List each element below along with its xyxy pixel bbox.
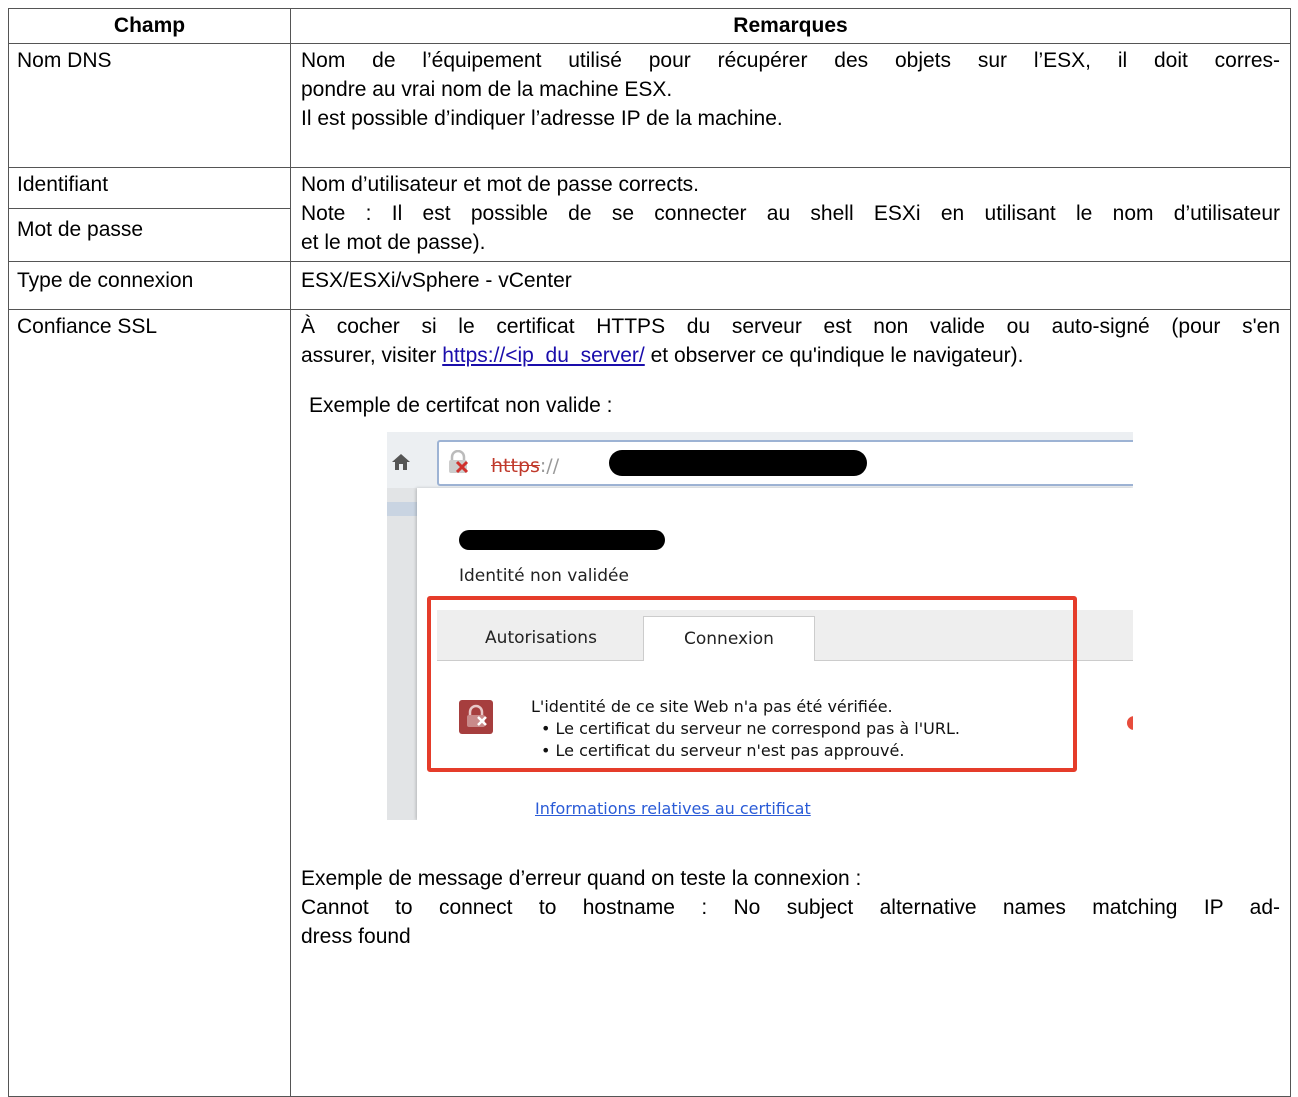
identity-status: Identité non validée xyxy=(459,566,629,586)
table-row: Identifiant Nom d’utilisateur et mot de … xyxy=(8,166,1291,262)
field-name: Nom DNS xyxy=(8,43,291,168)
redacted-url xyxy=(609,450,867,476)
browser-screenshot: https:// Identité non validée Autorisati… xyxy=(387,432,1133,820)
error-message-line: dress found xyxy=(301,925,411,948)
page-left-strip xyxy=(387,488,417,820)
status-dot xyxy=(1127,716,1133,730)
error-message-line: Cannot to connect to hostname : No subje… xyxy=(301,896,1280,919)
header-row: Champ Remarques xyxy=(8,8,1291,44)
header-champ: Champ xyxy=(8,8,291,44)
table-row: Type de connexion ESX/ESXi/vSphere - vCe… xyxy=(8,261,1291,310)
remark-text: et observer ce qu'indique le navigateur)… xyxy=(644,344,1024,367)
field-name: Identifiant xyxy=(8,166,291,210)
remark-line: Note : Il est possible de se connecter a… xyxy=(301,202,1280,225)
field-remark: ESX/ESXi/vSphere - vCenter xyxy=(290,261,1291,310)
remark-line: Il est possible d’indiquer l’adresse IP … xyxy=(301,107,783,130)
table-row: Nom DNS Nom de l’équipement utilisé pour… xyxy=(8,43,1291,168)
field-name: Confiance SSL xyxy=(8,309,291,1097)
page-tab xyxy=(387,502,417,516)
broken-lock-icon xyxy=(449,450,469,474)
remark-line: assurer, visiter https://<ip_du_server/ … xyxy=(301,341,1280,370)
remark-line: Nom d’utilisateur et mot de passe correc… xyxy=(301,173,699,196)
url-text: https:// xyxy=(491,452,559,481)
url-scheme: https xyxy=(491,455,540,477)
remark-line: pondre au vrai nom de la machine ESX. xyxy=(301,78,673,101)
field-remark: Nom d’utilisateur et mot de passe correc… xyxy=(290,167,1291,262)
remark-line: À cocher si le certificat HTTPS du serve… xyxy=(301,315,1280,338)
fields-table: Champ Remarques Nom DNS Nom de l’équipem… xyxy=(8,8,1291,1097)
field-remark: Nom de l’équipement utilisé pour récupér… xyxy=(290,43,1291,168)
remark-line: et le mot de passe). xyxy=(301,231,486,254)
server-url-link[interactable]: https://<ip_du_server/ xyxy=(442,344,645,367)
redacted-site-name xyxy=(459,530,665,550)
field-name: Type de connexion xyxy=(8,261,291,310)
field-name: Mot de passe xyxy=(8,208,291,262)
header-remarques: Remarques xyxy=(290,8,1291,44)
field-remark: À cocher si le certificat HTTPS du serve… xyxy=(290,309,1291,1097)
example-certificate-title: Exemple de certifcat non valide : xyxy=(309,394,613,417)
table-row: Confiance SSL À cocher si le certificat … xyxy=(8,309,1291,1097)
remark-line: Nom de l’équipement utilisé pour récupér… xyxy=(301,49,1280,72)
error-example-title: Exemple de message d’erreur quand on tes… xyxy=(301,867,862,890)
remark-text: assurer, visiter xyxy=(301,344,443,367)
url-separator: :// xyxy=(539,455,560,477)
url-bar: https:// xyxy=(437,440,1133,486)
red-highlight-box xyxy=(427,596,1077,772)
home-icon xyxy=(392,454,410,470)
certificate-info-link[interactable]: Informations relatives au certificat xyxy=(535,794,811,820)
